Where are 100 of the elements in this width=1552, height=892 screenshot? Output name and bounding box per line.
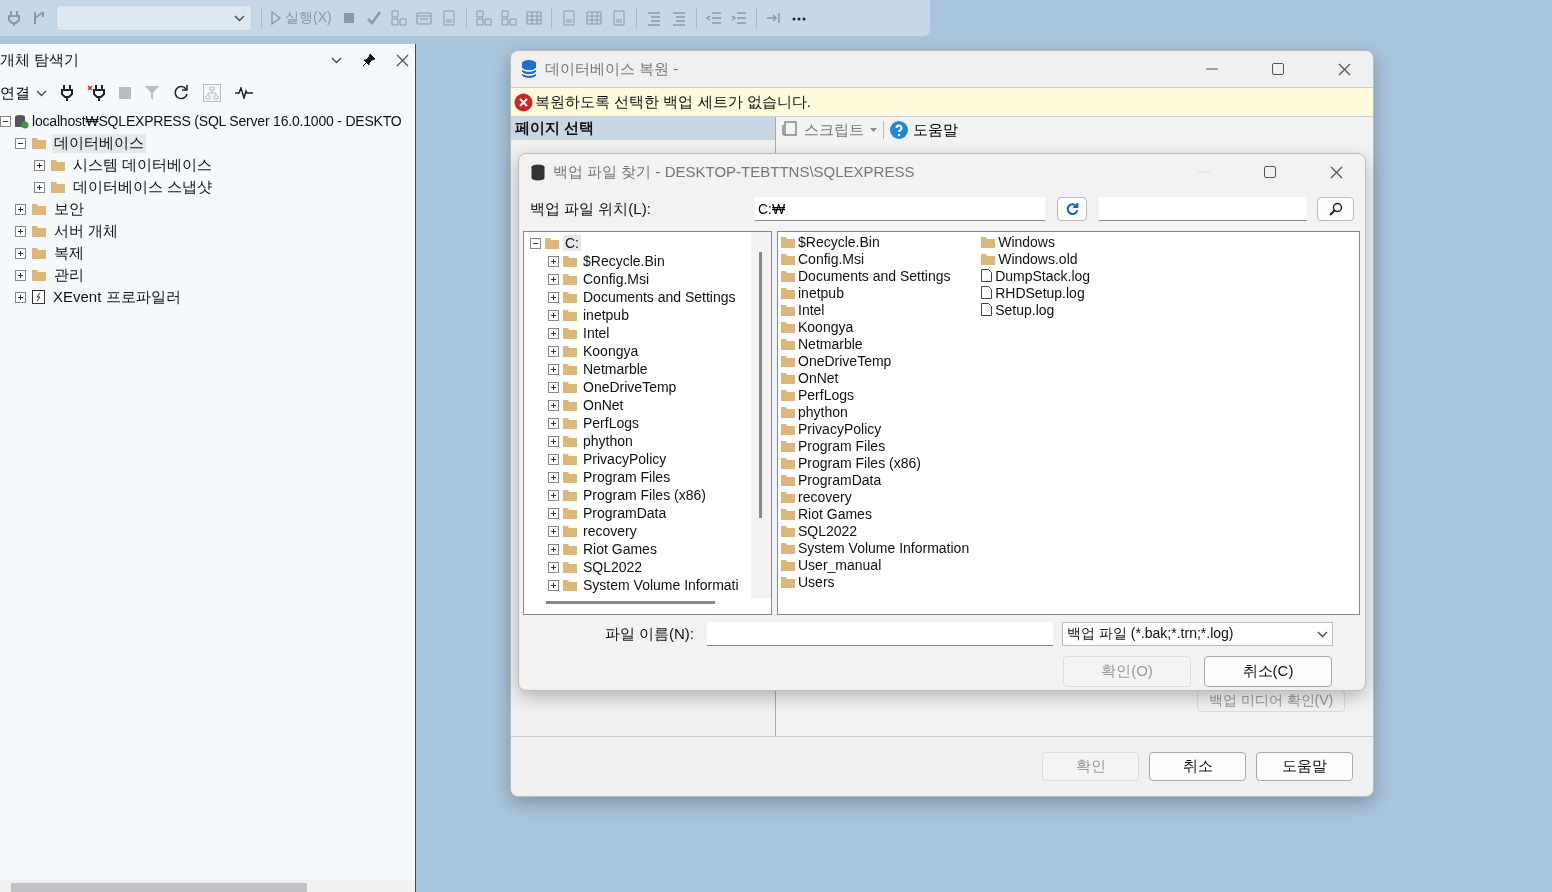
file-item[interactable]: OneDriveTemp: [798, 352, 892, 369]
tree-item[interactable]: C:: [563, 235, 581, 251]
file-item[interactable]: PerfLogs: [798, 386, 855, 403]
file-item[interactable]: OnNet: [798, 369, 839, 386]
help-button[interactable]: 도움말: [890, 120, 958, 140]
tree-item[interactable]: OneDriveTemp: [581, 379, 679, 395]
tree-item[interactable]: Config.Msi: [581, 271, 652, 287]
tree-item[interactable]: 서버 개체: [52, 221, 121, 241]
tree-item[interactable]: 보안: [52, 199, 86, 219]
file-item[interactable]: Setup.log: [995, 301, 1055, 318]
expand-icon[interactable]: [548, 345, 559, 357]
dialog-button[interactable]: 도움말: [1256, 752, 1353, 781]
expand-icon[interactable]: [548, 291, 559, 303]
scrollbar[interactable]: [0, 880, 415, 892]
expand-icon[interactable]: [548, 417, 559, 429]
file-type-dropdown[interactable]: 백업 파일 (*.bak;*.trn;*.log): [1062, 622, 1333, 646]
maximize-icon[interactable]: [1272, 63, 1284, 75]
collapse-icon[interactable]: [530, 237, 541, 249]
tree-item[interactable]: inetpub: [581, 307, 631, 323]
file-item[interactable]: SQL2022: [798, 522, 858, 539]
tree-item[interactable]: SQL2022: [581, 559, 645, 575]
dialog-button[interactable]: 취소(C): [1204, 656, 1332, 687]
expand-icon[interactable]: [34, 159, 45, 171]
connect-button[interactable]: 연결: [0, 83, 47, 103]
check-icon[interactable]: [365, 10, 382, 26]
location-field[interactable]: C:₩: [755, 197, 1045, 221]
file-item[interactable]: Config.Msi: [798, 250, 865, 267]
expand-icon[interactable]: [15, 269, 26, 281]
pin-icon[interactable]: [362, 53, 376, 67]
expand-icon[interactable]: [15, 203, 26, 215]
file-item[interactable]: $Recycle.Bin: [798, 233, 880, 250]
expand-icon[interactable]: [548, 327, 559, 339]
file-item[interactable]: Intel: [798, 301, 825, 318]
tree-item[interactable]: recovery: [581, 523, 639, 539]
tree-item[interactable]: 데이터베이스: [52, 133, 146, 153]
expand-icon[interactable]: [548, 561, 559, 573]
tree-item[interactable]: Koongya: [581, 343, 641, 359]
tree-item[interactable]: PrivacyPolicy: [581, 451, 669, 467]
scroll-thumb[interactable]: [546, 601, 715, 604]
expand-icon[interactable]: [548, 489, 559, 501]
expand-icon[interactable]: [548, 381, 559, 393]
filename-field[interactable]: [707, 622, 1053, 646]
expand-icon[interactable]: [15, 291, 26, 303]
tree-item[interactable]: localhost₩SQLEXPRESS (SQL Server 16.0.1000 - DESKTO: [32, 113, 402, 129]
expand-icon[interactable]: [548, 399, 559, 411]
file-item[interactable]: phython: [798, 403, 848, 420]
collapse-icon[interactable]: [0, 115, 11, 127]
chevron-down-icon[interactable]: [36, 89, 47, 97]
file-item[interactable]: ProgramData: [798, 471, 882, 488]
chevron-down-icon[interactable]: [1317, 630, 1328, 638]
expand-icon[interactable]: [548, 363, 559, 375]
close-icon[interactable]: [1329, 165, 1343, 179]
expand-icon[interactable]: [548, 435, 559, 447]
file-item[interactable]: PrivacyPolicy: [798, 420, 882, 437]
close-icon[interactable]: [396, 53, 409, 67]
chevron-down-icon[interactable]: [331, 56, 342, 64]
expand-icon[interactable]: [15, 225, 26, 237]
file-item[interactable]: Netmarble: [798, 335, 863, 352]
file-item[interactable]: Documents and Settings: [798, 267, 951, 284]
tree-item[interactable]: 관리: [52, 265, 86, 285]
expand-icon[interactable]: [548, 579, 559, 591]
tree-item[interactable]: Riot Games: [581, 541, 659, 557]
tree-item[interactable]: Program Files: [581, 469, 673, 485]
file-item[interactable]: Koongya: [798, 318, 854, 335]
plug-icon[interactable]: [61, 85, 73, 101]
tree-item[interactable]: Program Files (x86): [581, 487, 708, 503]
expand-icon[interactable]: [548, 255, 559, 267]
tree-item[interactable]: 데이터베이스 스냅샷: [71, 177, 215, 197]
expand-icon[interactable]: [548, 471, 559, 483]
tree-item[interactable]: Documents and Settings: [581, 289, 738, 305]
expand-icon[interactable]: [548, 273, 559, 285]
search-field[interactable]: [1099, 197, 1307, 221]
file-item[interactable]: recovery: [798, 488, 852, 505]
close-icon[interactable]: [1337, 62, 1351, 76]
file-item[interactable]: DumpStack.log: [995, 267, 1091, 284]
maximize-icon[interactable]: [1264, 166, 1276, 178]
script-button[interactable]: 스크립트: [782, 120, 877, 140]
tree-item[interactable]: System Volume Informati: [581, 577, 741, 593]
scroll-thumb[interactable]: [11, 883, 307, 892]
dialog-button[interactable]: 취소: [1149, 752, 1246, 781]
activity-icon[interactable]: [235, 87, 253, 99]
expand-icon[interactable]: [15, 247, 26, 259]
expand-icon[interactable]: [34, 181, 45, 193]
file-item[interactable]: RHDSetup.log: [995, 284, 1085, 301]
file-item[interactable]: User_manual: [798, 556, 882, 573]
tree-item[interactable]: ProgramData: [581, 505, 669, 521]
tree-item[interactable]: Netmarble: [581, 361, 650, 377]
refresh-icon[interactable]: [173, 85, 189, 101]
tree-item[interactable]: $Recycle.Bin: [581, 253, 667, 269]
file-item[interactable]: Windows.old: [998, 250, 1078, 267]
refresh-button[interactable]: [1057, 197, 1087, 221]
search-button[interactable]: [1317, 197, 1354, 221]
tree-item[interactable]: PerfLogs: [581, 415, 642, 431]
file-item[interactable]: Program Files (x86): [798, 454, 921, 471]
tree-item[interactable]: OnNet: [581, 397, 626, 413]
expand-icon[interactable]: [548, 453, 559, 465]
expand-icon[interactable]: [548, 525, 559, 537]
file-item[interactable]: Users: [798, 573, 835, 590]
tree-item[interactable]: 시스템 데이터베이스: [71, 155, 215, 175]
file-item[interactable]: Windows: [998, 233, 1055, 250]
